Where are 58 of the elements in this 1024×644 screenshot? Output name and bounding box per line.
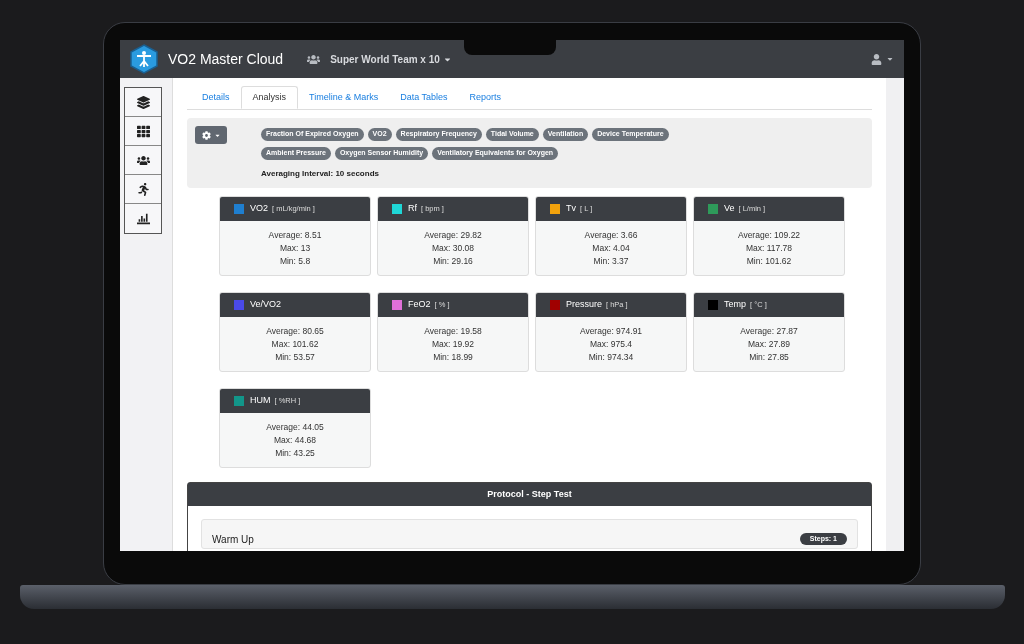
metric-name: VO2 (250, 202, 268, 216)
metric-value: Average: 974.91 (579, 325, 643, 337)
metric-value: Average: 27.87 (740, 325, 798, 337)
metric-value: Min: 5.8 (279, 255, 311, 267)
metric-value: Average: 80.65 (266, 325, 324, 337)
stage-name: Warm Up (212, 532, 254, 547)
metric-value: Min: 27.85 (749, 351, 789, 363)
users-icon (136, 153, 150, 167)
users-icon (307, 52, 321, 66)
team-dropdown[interactable]: Super World Team x 10 (330, 51, 452, 67)
metric-value: Max: 19.92 (431, 338, 475, 350)
metric-name: Tv (566, 202, 576, 216)
metric-value: Min: 974.34 (588, 351, 634, 363)
layers-icon (136, 95, 150, 109)
metric-value: Min: 43.25 (275, 447, 315, 459)
tab[interactable]: Details (191, 86, 241, 109)
metric-value: Max: 4.04 (592, 242, 630, 254)
user-icon (871, 53, 882, 65)
metric-name: Pressure (566, 298, 602, 312)
metric-value: Max: 30.08 (431, 242, 475, 254)
metric-name: Ve/VO2 (250, 298, 282, 312)
metric-value: Max: 44.68 (273, 434, 317, 446)
metric-name: Rf (408, 202, 417, 216)
metric-value: Average: 109.22 (737, 229, 801, 241)
protocol-title: Protocol - Step Test (487, 487, 572, 501)
metric-value: Min: 3.37 (593, 255, 629, 267)
metric-value: Max: 27.89 (747, 338, 791, 350)
tab[interactable]: Analysis (240, 86, 299, 109)
metric-value: Average: 3.66 (584, 229, 638, 241)
metric-value: Max: 101.62 (271, 338, 319, 350)
metric-name: Ve (724, 202, 735, 216)
grid-icon (136, 124, 150, 138)
metric-value: Min: 101.62 (746, 255, 792, 267)
metric-name: FeO2 (408, 298, 431, 312)
metric-value: Average: 29.82 (424, 229, 482, 241)
metric-value: Max: 13 (279, 242, 311, 254)
settings-dropdown-button[interactable] (195, 126, 227, 144)
app-logo-icon (130, 44, 158, 74)
metric-value: Max: 117.78 (745, 242, 793, 254)
tab[interactable]: Reports (458, 86, 513, 109)
app-title: VO2 Master Cloud (168, 49, 284, 69)
caret-icon (886, 55, 894, 63)
metric-value: Average: 19.58 (424, 325, 482, 337)
tab[interactable]: Data Tables (389, 86, 459, 109)
metric-value: Min: 53.57 (275, 351, 315, 363)
metric-value: Max: 975.4 (589, 338, 633, 350)
user-menu-button[interactable] (871, 53, 894, 65)
averaging-interval: Averaging Interval: 10 seconds (261, 168, 380, 180)
tab[interactable]: Timeline & Marks (298, 86, 390, 109)
gear-icon (201, 130, 211, 140)
metric-name: Temp (724, 298, 746, 312)
running-person-icon (136, 182, 150, 196)
metric-name: HUM (250, 394, 271, 408)
metric-value: Min: 29.16 (433, 255, 473, 267)
metric-value: Average: 8.51 (268, 229, 322, 241)
metric-value: Min: 18.99 (433, 351, 473, 363)
bar-chart-icon (136, 212, 150, 225)
metric-value: Average: 44.05 (266, 421, 324, 433)
